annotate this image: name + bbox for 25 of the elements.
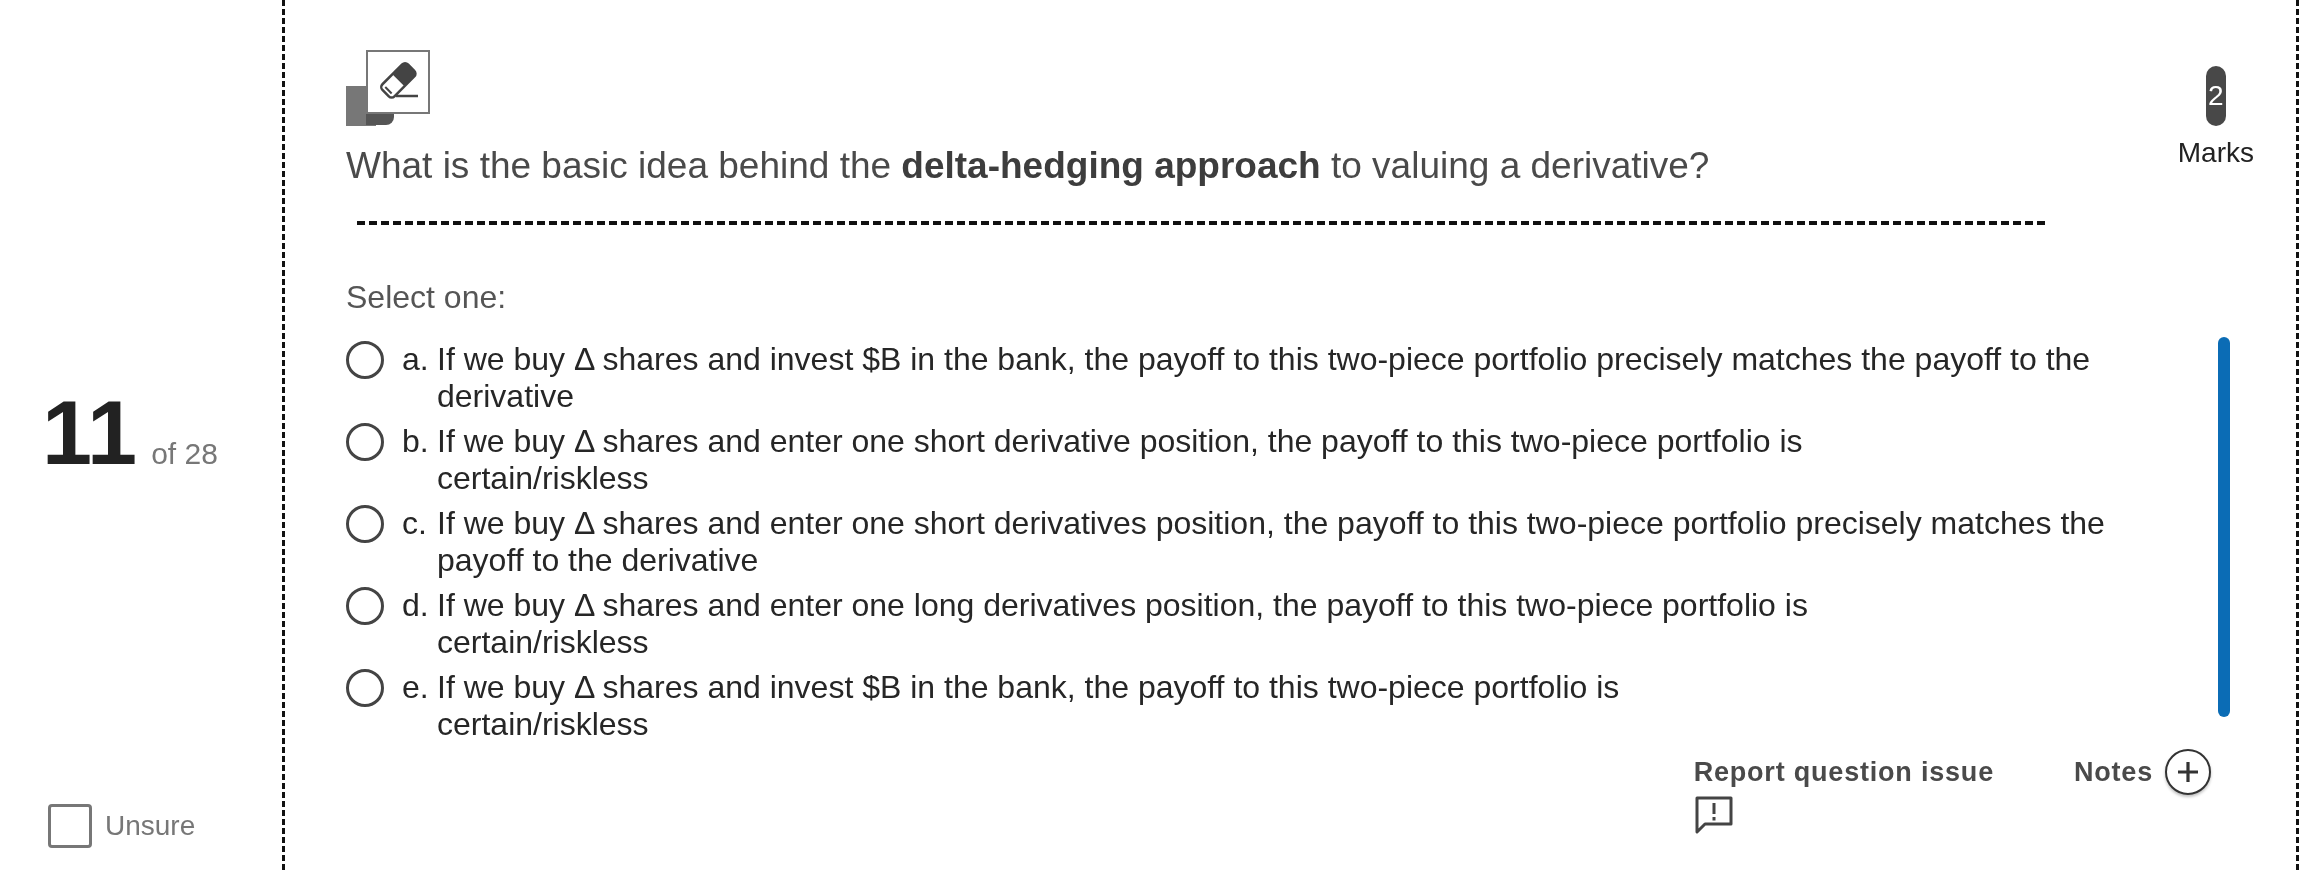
marks-badge: 2 xyxy=(2205,66,2226,126)
option-letter: e. xyxy=(402,669,430,706)
radio-button[interactable] xyxy=(346,341,384,379)
question-number: 11 xyxy=(42,388,138,478)
question-text: What is the basic idea behind the delta-hedging approach to valuing a derivative? xyxy=(346,145,1711,187)
select-prompt: Select one: xyxy=(346,279,508,315)
speech-bubble-alert-icon xyxy=(1693,795,1734,835)
option-letter: a. xyxy=(402,341,430,378)
notes-button[interactable]: Notes xyxy=(2074,749,2211,795)
option-letter: b. xyxy=(402,423,430,460)
marks-label: Marks xyxy=(2177,138,2254,168)
option-letter: c. xyxy=(402,505,428,542)
radio-button[interactable] xyxy=(346,423,384,461)
question-total: of 28 xyxy=(151,439,218,469)
eraser-icon[interactable] xyxy=(346,50,430,126)
radio-button[interactable] xyxy=(346,669,384,707)
unsure-label: Unsure xyxy=(105,810,196,842)
option-text: If we buy Δ shares and invest $B in the bank, the payoff to this two-piece portfolio is certain/riskless xyxy=(437,669,1621,743)
report-issue-button[interactable]: Report question issue xyxy=(1693,757,1994,835)
radio-button[interactable] xyxy=(346,587,384,625)
unsure-checkbox[interactable] xyxy=(48,804,92,848)
plus-circle-icon xyxy=(2165,749,2211,795)
radio-button[interactable] xyxy=(346,505,384,543)
scrollbar-thumb[interactable] xyxy=(2218,337,2230,717)
option-letter: d. xyxy=(402,587,430,624)
